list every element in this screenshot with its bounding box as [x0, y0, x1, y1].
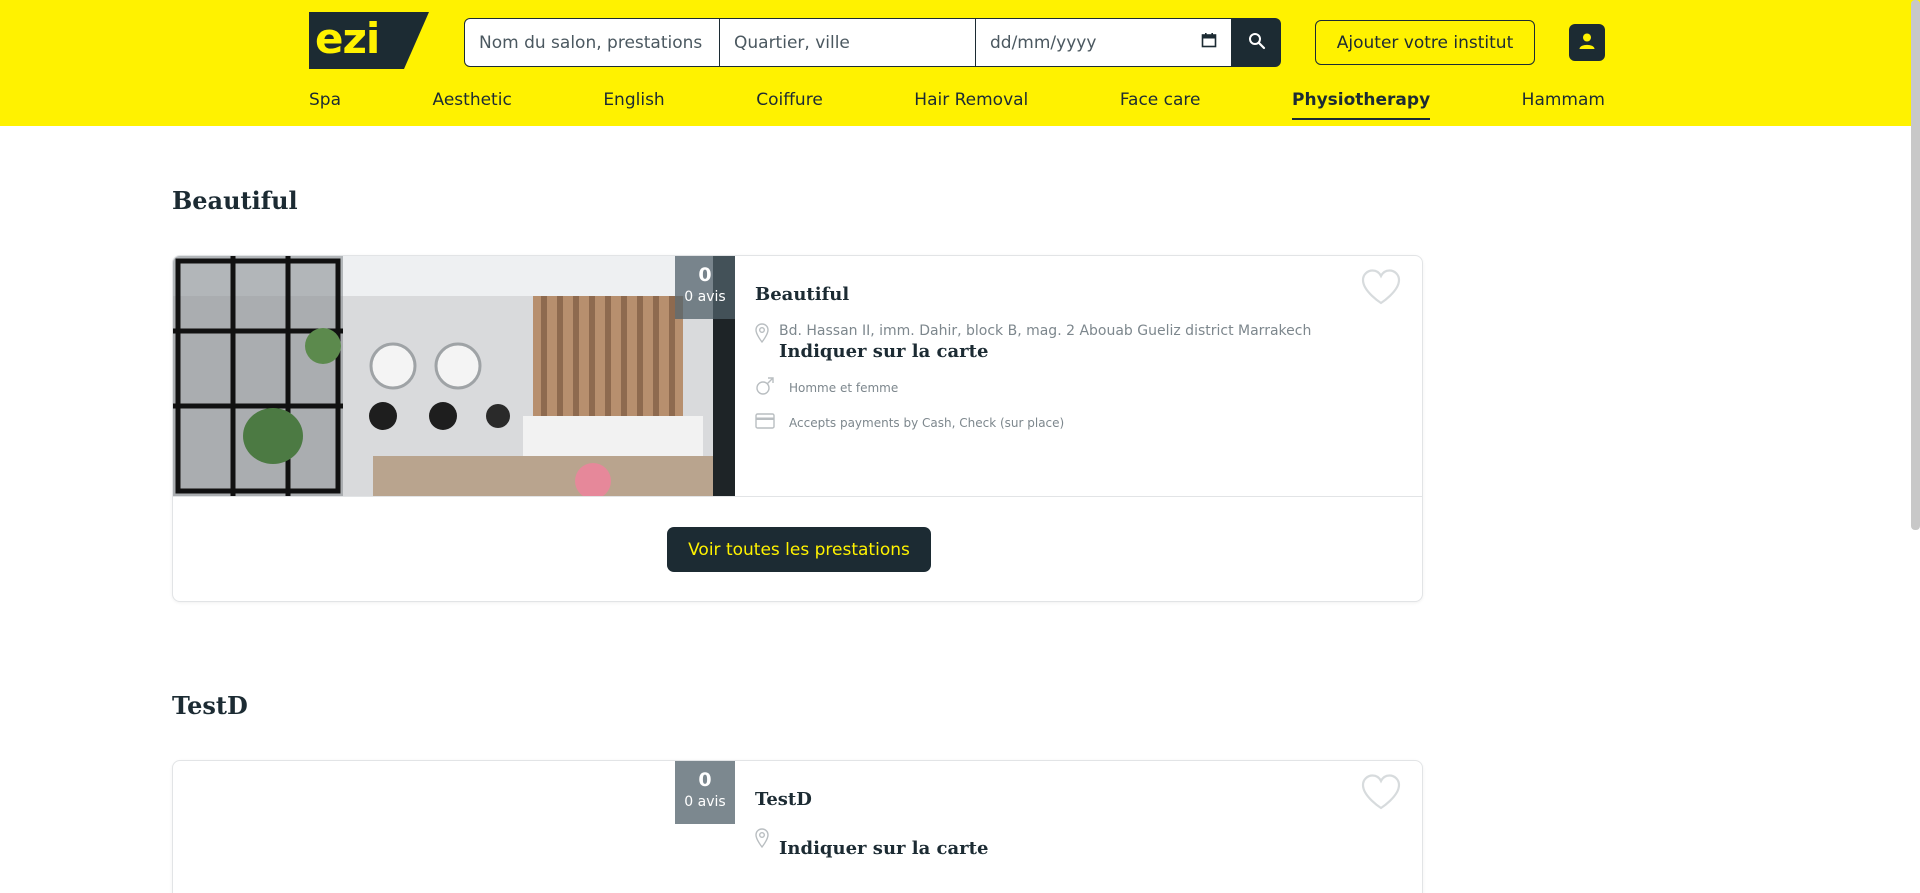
rating-value: 0 [698, 264, 712, 286]
rating-badge: 0 0 avis [675, 256, 735, 319]
salon-address: Bd. Hassan II, imm. Dahir, block B, mag.… [779, 323, 1312, 339]
credit-card-icon [755, 413, 775, 432]
category-nav: Spa Aesthetic English Coiffure Hair Removal F… [309, 90, 1605, 120]
show-on-map-link[interactable]: Indiquer sur la carte [779, 341, 1311, 362]
location-pin-icon [755, 828, 769, 859]
site-header: ezi Nom du salon, prestations Quartier, … [0, 0, 1920, 126]
nav-item-hammam[interactable]: Hammam [1522, 90, 1605, 120]
salon-photo[interactable] [173, 256, 735, 496]
gender-text: Homme et femme [789, 380, 899, 395]
nav-item-spa[interactable]: Spa [309, 90, 341, 120]
logo-text: ezi [315, 14, 380, 63]
male-symbol-icon [755, 376, 775, 399]
search-icon [1248, 32, 1266, 54]
user-icon [1578, 32, 1596, 54]
address-row: Indiquer sur la carte [755, 828, 1375, 859]
salon-info: Beautiful Bd. Hassan II, imm. Dahir, blo… [755, 284, 1375, 432]
view-all-services-button[interactable]: Voir toutes les prestations [667, 527, 931, 572]
salon-search-input[interactable]: Nom du salon, prestations [464, 18, 720, 67]
search-button[interactable] [1232, 18, 1281, 67]
section-title-beautiful: Beautiful [172, 186, 298, 215]
payment-text: Accepts payments by Cash, Check (sur pla… [789, 415, 1065, 430]
card-footer: Voir toutes les prestations [173, 496, 1422, 601]
review-count: 0 avis [684, 794, 726, 810]
nav-item-english[interactable]: English [603, 90, 664, 120]
nav-item-face-care[interactable]: Face care [1120, 90, 1201, 120]
date-placeholder: dd/mm/yyyy [990, 32, 1097, 53]
date-input[interactable]: dd/mm/yyyy [976, 18, 1232, 67]
favorite-heart-icon[interactable] [1360, 268, 1402, 310]
salon-search-placeholder: Nom du salon, prestations [479, 32, 703, 53]
section-title-testd: TestD [172, 691, 248, 720]
page-scrollbar[interactable] [1911, 0, 1920, 530]
salon-name[interactable]: Beautiful [755, 284, 1375, 305]
account-button[interactable] [1569, 24, 1605, 61]
nav-item-coiffure[interactable]: Coiffure [756, 90, 823, 120]
payment-row: Accepts payments by Cash, Check (sur pla… [755, 413, 1375, 432]
rating-value: 0 [698, 769, 712, 791]
nav-item-physiotherapy[interactable]: Physiotherapy [1292, 90, 1431, 120]
nav-item-hair-removal[interactable]: Hair Removal [914, 90, 1028, 120]
ezi-logo[interactable]: ezi [309, 12, 429, 69]
location-pin-icon [755, 323, 769, 362]
search-bar: Nom du salon, prestations Quartier, vill… [464, 18, 1281, 67]
review-count: 0 avis [684, 289, 726, 305]
nav-item-aesthetic[interactable]: Aesthetic [433, 90, 512, 120]
calendar-icon[interactable] [1201, 32, 1217, 53]
location-placeholder: Quartier, ville [734, 32, 850, 53]
salon-name[interactable]: TestD [755, 789, 1375, 810]
salon-info: TestD Indiquer sur la carte [755, 789, 1375, 859]
location-input[interactable]: Quartier, ville [720, 18, 976, 67]
salon-card: 0 0 avis TestD Indiquer sur la carte [172, 760, 1423, 893]
gender-row: Homme et femme [755, 376, 1375, 399]
favorite-heart-icon[interactable] [1360, 773, 1402, 815]
salon-card: 0 0 avis Beautiful Bd. Hassan II, imm. D… [172, 255, 1423, 602]
rating-badge: 0 0 avis [675, 761, 735, 824]
address-row: Bd. Hassan II, imm. Dahir, block B, mag.… [755, 323, 1375, 362]
show-on-map-link[interactable]: Indiquer sur la carte [779, 838, 988, 859]
add-institute-button[interactable]: Ajouter votre institut [1315, 20, 1535, 65]
